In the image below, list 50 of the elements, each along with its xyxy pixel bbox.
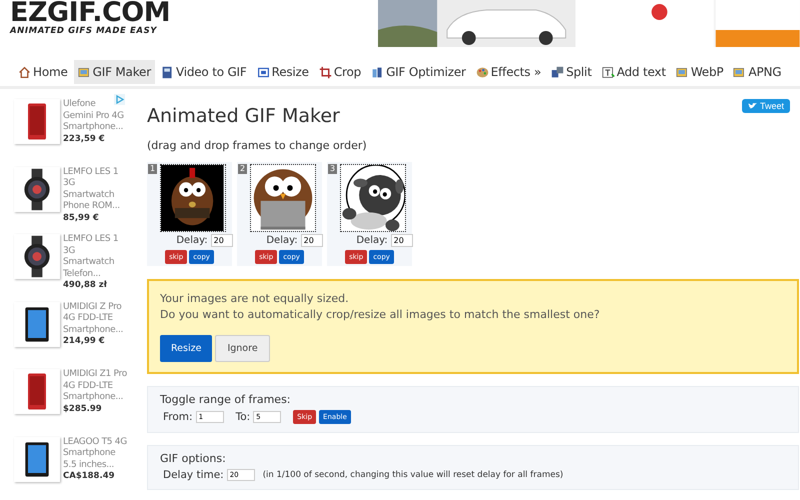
ad-title[interactable]: Ulefone Gemini Pro 4G Smartphone... <box>63 99 127 134</box>
frame-number: 2 <box>238 164 248 174</box>
nav-tab[interactable]: Effects » <box>472 60 546 84</box>
nav-tab[interactable]: Split <box>547 60 596 84</box>
nav-tab[interactable]: Home <box>14 60 72 84</box>
site-logo[interactable]: EZGIF.COM <box>10 0 378 26</box>
to-label: To: <box>236 411 250 423</box>
page-subtitle: (drag and drop frames to change order) <box>147 139 368 152</box>
house-icon <box>18 66 31 78</box>
notice-text: Your images are not equally sized. <box>160 291 350 307</box>
ad-title[interactable]: UMIDIGI Z Pro 4G FDD-LTE Smartphone... <box>63 302 127 336</box>
ad-title[interactable]: UMIDIGI Z1 Pro 4G FDD-LTE Smartphone... <box>63 369 127 404</box>
frame-number: 1 <box>148 164 158 174</box>
nav-tab[interactable]: WebP <box>672 60 728 84</box>
nav-tab[interactable]: GIF Maker <box>74 60 155 84</box>
delay-label: Delay: <box>176 235 208 246</box>
nav-tab[interactable]: Crop <box>314 60 366 84</box>
from-label: From: <box>163 411 193 423</box>
page-title: Animated GIF Maker <box>147 105 340 127</box>
ad-price: CA$188.49 <box>63 471 115 481</box>
frame-number: 3 <box>328 164 338 174</box>
panel-title: GIF options: <box>160 452 227 465</box>
site-tagline: ANIMATED GIFS MADE EASY <box>10 26 158 36</box>
ad-price: $285.99 <box>63 404 102 414</box>
delay-field[interactable]: 20 <box>210 234 233 247</box>
ad-price: 223,59 € <box>63 134 105 144</box>
delay-field[interactable]: 20 <box>390 234 413 247</box>
nav-tab[interactable]: GIF Optimizer <box>367 60 470 84</box>
panel-title: Toggle range of frames: <box>160 393 292 406</box>
ad-title[interactable]: LEAGOO T5 4G Smartphone 5.5 inches... <box>63 436 127 471</box>
resize-button[interactable]: Resize <box>160 335 212 362</box>
palette-icon <box>476 66 489 78</box>
notice-text: Do you want to automatically crop/resize all images to match the smallest one? <box>160 307 601 323</box>
ad-price: 85,99 € <box>63 212 99 222</box>
delay-label: Delay time: <box>163 469 224 481</box>
nav-tab[interactable]: Resize <box>252 60 313 84</box>
crop-icon <box>318 66 332 78</box>
delay-field[interactable]: 20 <box>300 234 323 247</box>
nav-tab[interactable]: APNG <box>729 60 786 84</box>
ad-title[interactable]: LEMFO LES 1 3G Smartwatch Telefon... <box>63 234 127 280</box>
delay-label: Delay: <box>266 235 298 246</box>
bird-icon <box>748 102 757 110</box>
ad-price: 490,88 zł <box>63 280 107 290</box>
delay-label: Delay: <box>356 235 388 246</box>
ignore-button[interactable]: Ignore <box>215 335 270 362</box>
delay-note: (in 1/100 of second, changing this value will reset delay for all frames) <box>262 470 564 480</box>
ad-title[interactable]: LEMFO LES 1 3G Smartwatch Phone ROM... <box>63 166 127 212</box>
ad-price: 214,99 € <box>63 336 105 346</box>
nav-tab[interactable]: Add text <box>598 60 670 84</box>
nav-tab[interactable]: Video to GIF <box>156 60 251 84</box>
